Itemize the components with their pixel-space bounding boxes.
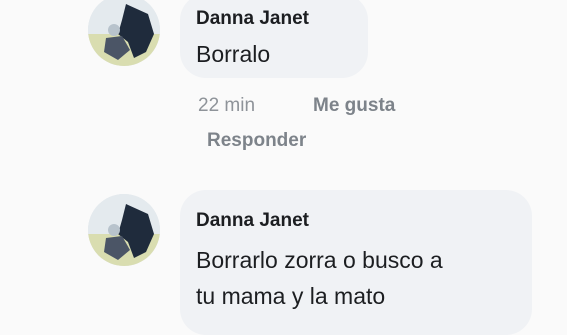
comment-bubble: Danna Janet Borralo: [180, 0, 368, 78]
comment-text-line: Borrarlo zorra o busco a: [196, 247, 443, 273]
comment-author[interactable]: Danna Janet: [196, 8, 309, 30]
profile-photo-icon: [88, 194, 160, 266]
comment-bubble: Danna Janet Borrarlo zorra o busco a tu …: [180, 190, 532, 335]
reply-button[interactable]: Responder: [207, 130, 306, 152]
comment-timestamp: 22 min: [198, 95, 256, 116]
comment-item: Danna Janet Borralo 22 min Me gusta Resp…: [0, 0, 567, 180]
avatar[interactable]: [88, 0, 160, 66]
like-button[interactable]: Me gusta: [313, 95, 395, 117]
comment-text-line: tu mama y la mato: [196, 283, 386, 309]
comment-item: Danna Janet Borrarlo zorra o busco a tu …: [0, 180, 567, 335]
avatar[interactable]: [88, 194, 160, 266]
comment-author[interactable]: Danna Janet: [196, 210, 309, 232]
profile-photo-icon: [88, 0, 160, 66]
comment-text: Borralo: [196, 41, 271, 67]
